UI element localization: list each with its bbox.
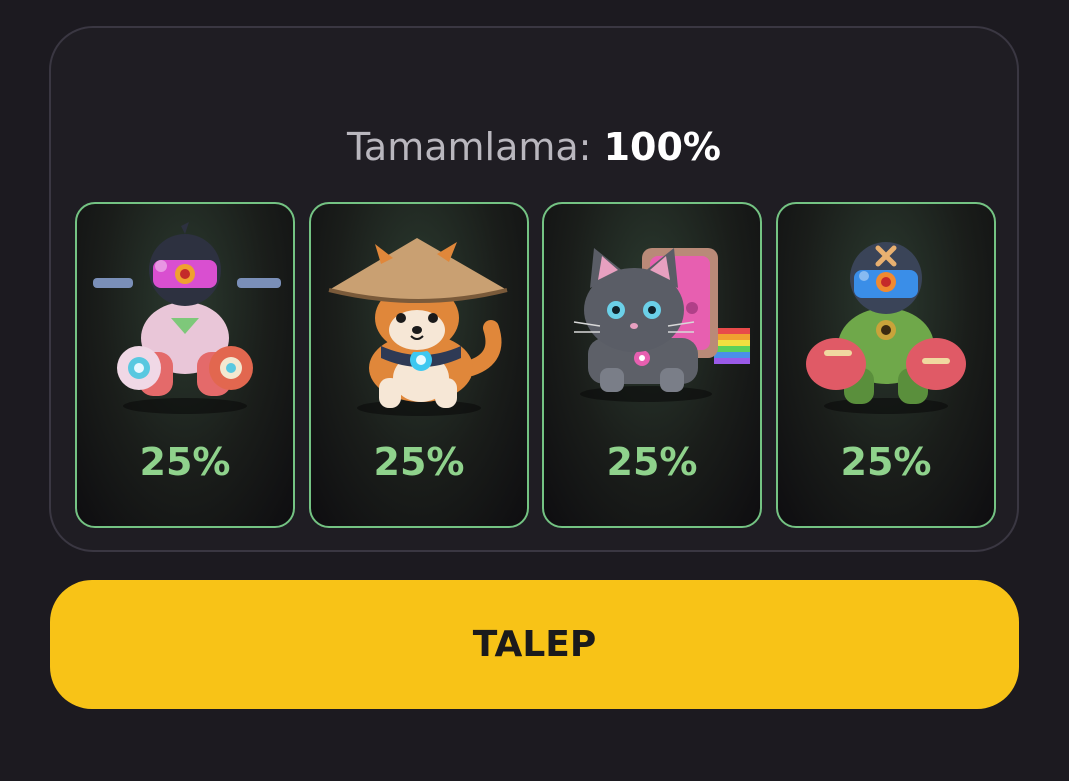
completion-progress: Tamamlama: 100%	[51, 124, 1017, 170]
completion-panel: Tamamlama: 100% 25% 25% 25% 25%	[49, 26, 1019, 552]
card-row: 25% 25% 25% 25%	[75, 202, 997, 528]
card-pink-robot[interactable]: 25%	[75, 202, 295, 528]
card-shiba-dog[interactable]: 25%	[309, 202, 529, 528]
card-gray-cat[interactable]: 25%	[542, 202, 762, 528]
completion-value: 100%	[603, 125, 721, 169]
card-green-robot[interactable]: 25%	[776, 202, 996, 528]
card-percent: 25%	[606, 440, 698, 484]
green-robot-mech-icon	[806, 242, 966, 414]
card-percent: 25%	[840, 440, 932, 484]
card-percent: 25%	[139, 440, 231, 484]
gray-cat-rainbow-icon	[573, 248, 750, 402]
shiba-dog-straw-hat-icon	[328, 238, 508, 416]
completion-label: Tamamlama:	[347, 125, 592, 169]
claim-button[interactable]: TALEP	[50, 580, 1019, 709]
card-percent: 25%	[373, 440, 465, 484]
pink-robot-mech-icon	[93, 222, 281, 414]
